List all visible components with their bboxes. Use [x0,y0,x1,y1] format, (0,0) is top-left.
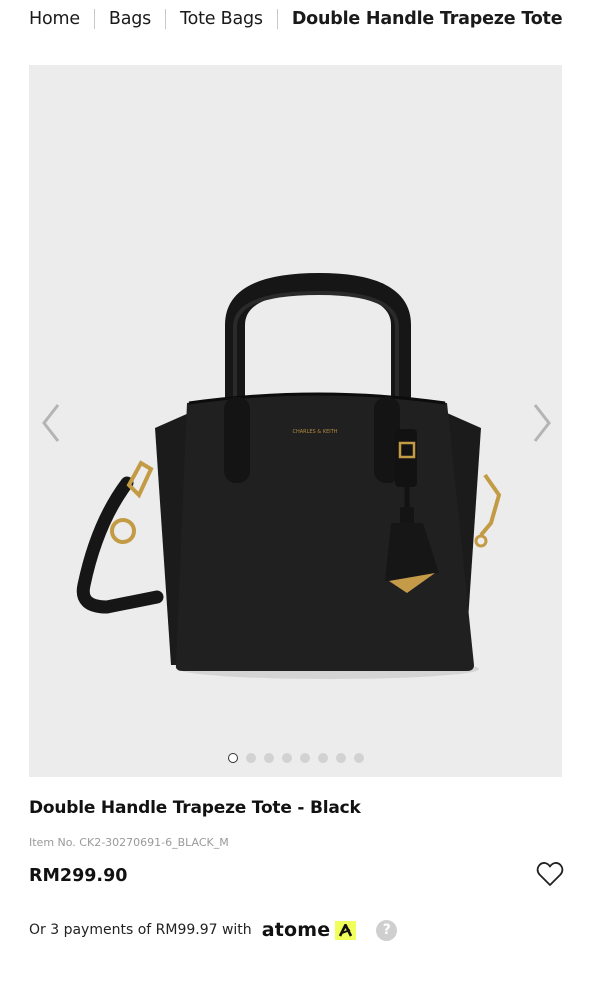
pagination-dot-3[interactable] [263,753,274,763]
product-title: Double Handle Trapeze Tote - Black [29,798,361,818]
installment-offer: Or 3 payments of RM99.97 with atome ? [29,914,398,946]
handbag-photo: CHARLES & KEITH [76,272,502,679]
pagination-dot-6[interactable] [317,753,328,763]
image-pagination-dots [29,753,562,763]
brand-print: CHARLES & KEITH [292,429,337,435]
installment-text: Or 3 payments of RM99.97 with [29,922,252,938]
pagination-dot-2[interactable] [245,753,256,763]
atome-logo: atome [261,919,331,941]
breadcrumb: Home Bags Tote Bags Double Handle Trapez… [29,0,581,38]
wishlist-button[interactable] [536,861,564,887]
chevron-left-icon [42,404,60,442]
breadcrumb-current: Double Handle Trapeze Tote [291,9,563,29]
product-image-gallery[interactable]: CHARLES & KEITH [29,65,562,777]
breadcrumb-tote-bags[interactable]: Tote Bags [180,9,263,29]
pagination-dot-5[interactable] [299,753,310,763]
breadcrumb-home[interactable]: Home [29,9,80,29]
breadcrumb-separator [276,9,278,29]
heart-icon [536,862,564,886]
next-image-button[interactable] [524,395,560,451]
item-number: Item No. CK2-30270691-6_BLACK_M [29,836,229,849]
breadcrumb-bags[interactable]: Bags [109,9,151,29]
pagination-dot-7[interactable] [335,753,346,763]
pagination-dot-8[interactable] [353,753,364,763]
breadcrumb-separator [93,9,95,29]
chevron-right-icon [533,404,551,442]
atome-logo-icon [335,920,357,940]
product-price: RM299.90 [29,866,128,886]
breadcrumb-separator [165,9,167,29]
previous-image-button[interactable] [33,395,69,451]
pagination-dot-4[interactable] [281,753,292,763]
pagination-dot-1[interactable] [227,753,238,763]
help-icon[interactable]: ? [376,919,398,941]
